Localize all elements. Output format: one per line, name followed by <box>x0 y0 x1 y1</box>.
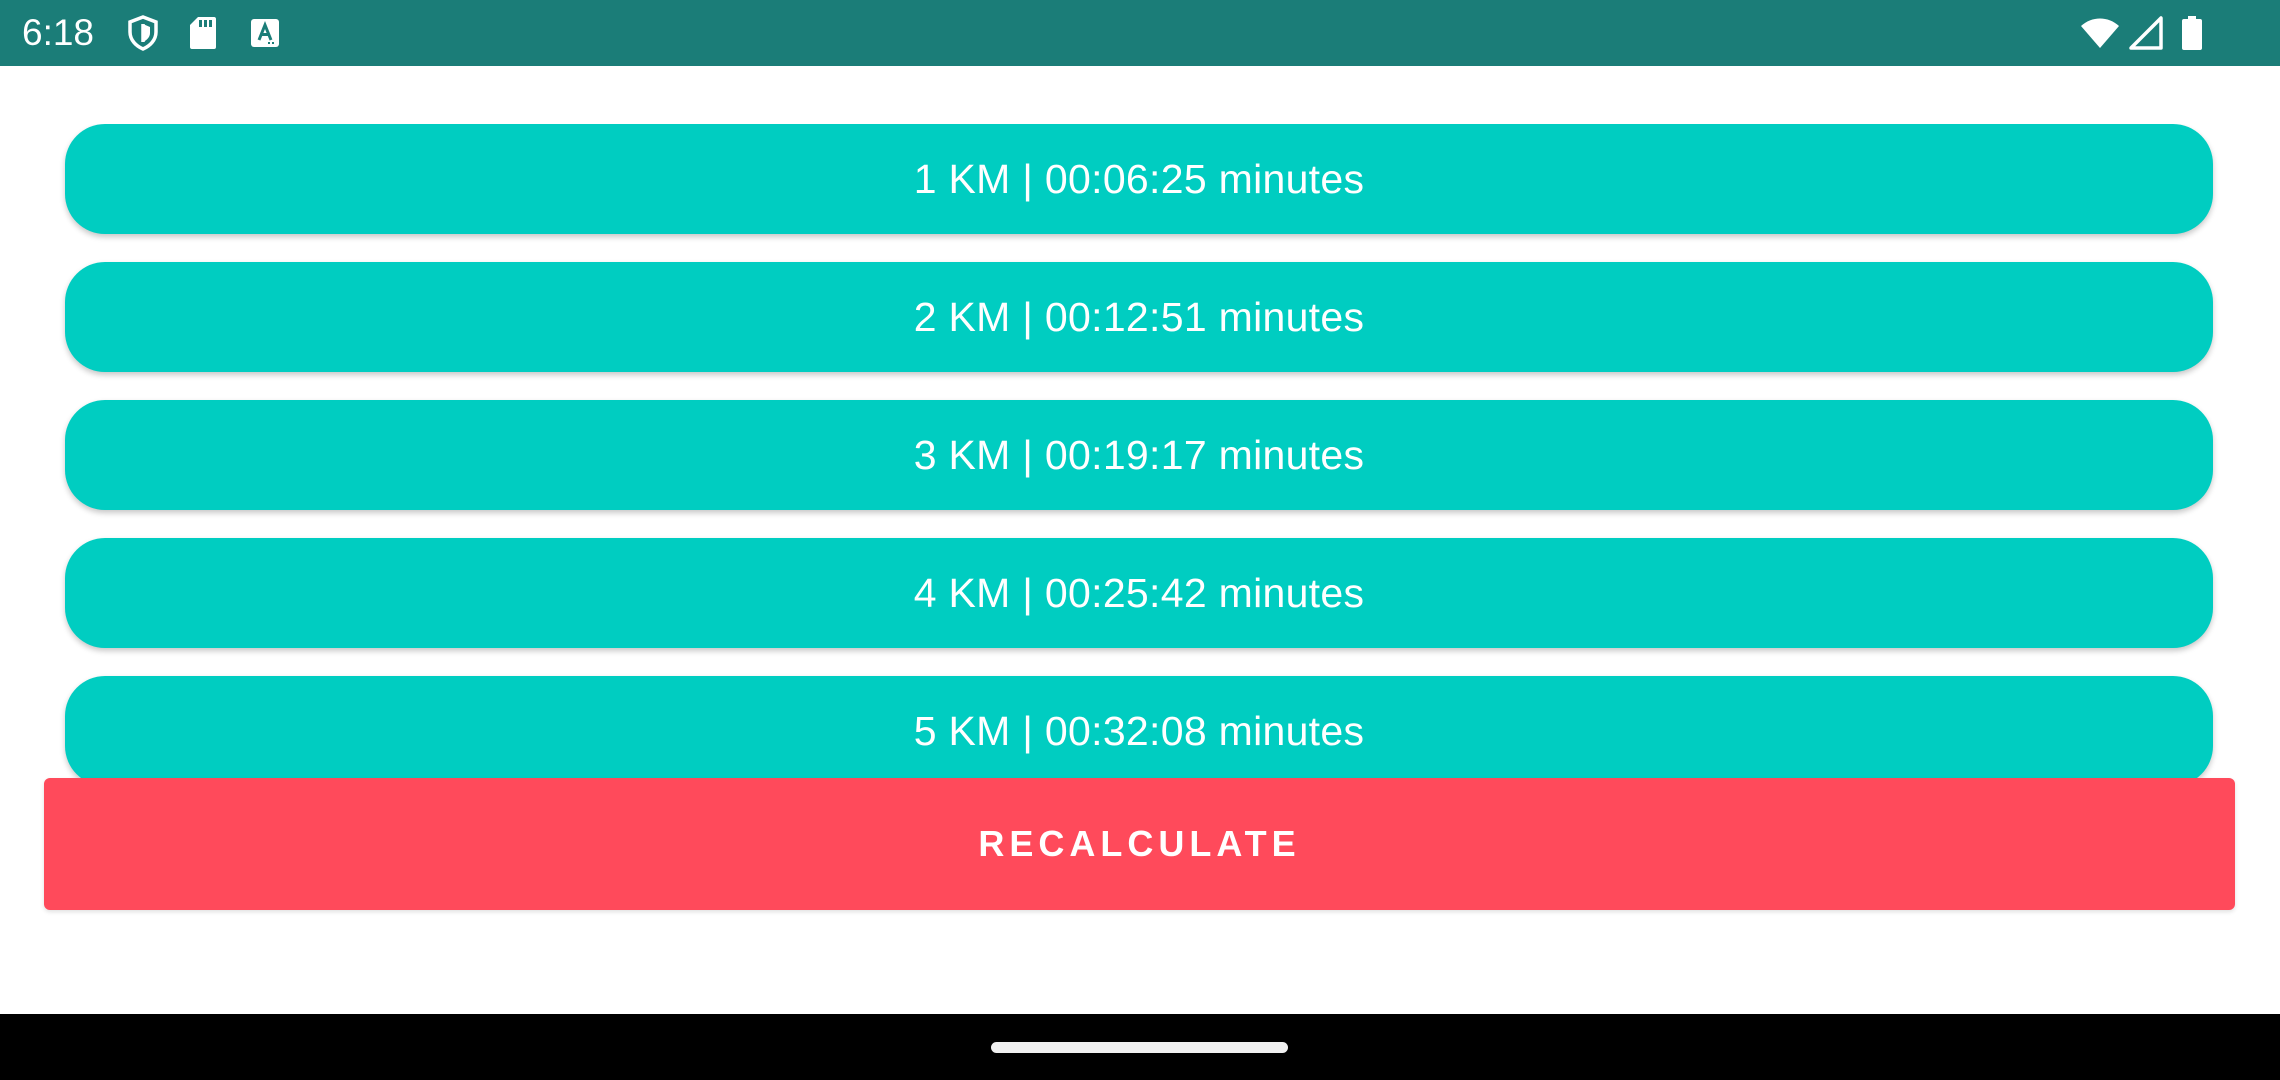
status-time: 6:18 <box>22 12 95 53</box>
wifi-icon <box>2080 14 2120 52</box>
status-bar: 6:18 <box>0 0 2280 66</box>
split-item-3km[interactable]: 3 KM | 00:19:17 minutes <box>65 400 2213 510</box>
font-a-icon <box>250 14 280 52</box>
signal-icon <box>2128 14 2164 52</box>
recalculate-button[interactable]: RECALCULATE <box>44 778 2235 910</box>
split-item-2km[interactable]: 2 KM | 00:12:51 minutes <box>65 262 2213 372</box>
split-label: 1 KM | 00:06:25 minutes <box>913 155 1365 202</box>
main-content: 1 KM | 00:06:25 minutes 2 KM | 00:12:51 … <box>0 66 2280 1014</box>
split-label: 5 KM | 00:32:08 minutes <box>913 707 1365 754</box>
shield-icon <box>126 14 160 52</box>
home-gesture-handle[interactable] <box>991 1042 1288 1053</box>
split-item-1km[interactable]: 1 KM | 00:06:25 minutes <box>65 124 2213 234</box>
split-label: 2 KM | 00:12:51 minutes <box>913 293 1365 340</box>
split-label: 3 KM | 00:19:17 minutes <box>913 431 1365 478</box>
navigation-bar <box>0 1014 2280 1080</box>
split-label: 4 KM | 00:25:42 minutes <box>913 569 1365 616</box>
splits-list[interactable]: 1 KM | 00:06:25 minutes 2 KM | 00:12:51 … <box>0 124 2280 782</box>
sd-card-icon <box>188 14 218 52</box>
split-item-5km[interactable]: 5 KM | 00:32:08 minutes <box>65 676 2213 782</box>
split-item-4km[interactable]: 4 KM | 00:25:42 minutes <box>65 538 2213 648</box>
battery-icon <box>2181 14 2203 52</box>
